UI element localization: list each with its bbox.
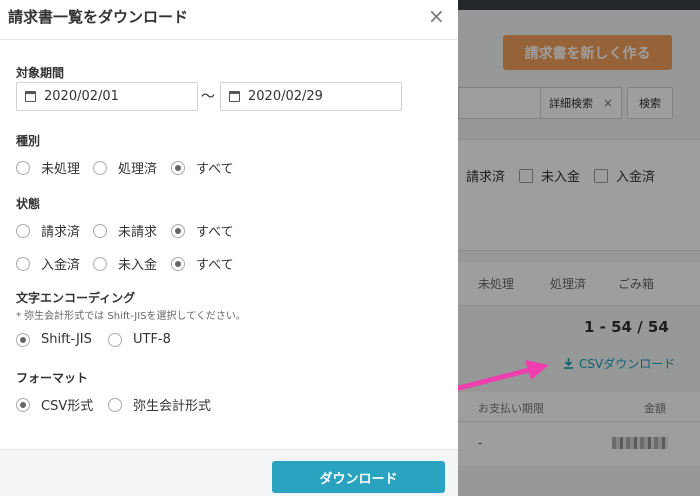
radio-icon — [108, 332, 122, 347]
type-option-label: 処理済 — [118, 162, 158, 177]
start-date-input[interactable]: 2020/02/01 — [16, 82, 198, 111]
status-option-paid[interactable]: 入金済 — [16, 254, 93, 273]
encoding-note: * 弥生会計形式では Shift-JISを選択してください。 — [16, 311, 246, 322]
annotation-arrow-icon — [456, 360, 549, 391]
calendar-icon — [229, 91, 240, 102]
status-radio-group-invoice: 請求済 未請求 すべて — [16, 221, 234, 240]
type-radio-group: 未処理 処理済 すべて — [16, 158, 234, 177]
type-option-label: 未処理 — [41, 162, 81, 177]
type-option-unprocessed[interactable]: 未処理 — [16, 158, 93, 177]
format-label: フォーマット — [16, 371, 89, 385]
encoding-label: 文字エンコーディング — [16, 291, 136, 305]
status-option-label: すべて — [196, 225, 234, 240]
radio-icon — [93, 223, 107, 238]
modal-title: 請求書一覧をダウンロード — [8, 8, 189, 26]
end-date-input[interactable]: 2020/02/29 — [220, 82, 402, 111]
modal-header: 請求書一覧をダウンロード × — [0, 0, 458, 40]
radio-icon — [16, 160, 30, 175]
type-option-processed[interactable]: 処理済 — [93, 158, 171, 177]
status-option-label: 請求済 — [41, 225, 81, 240]
format-option-label: 弥生会計形式 — [133, 399, 212, 414]
status-option-all-payment[interactable]: すべて — [171, 254, 234, 273]
status-option-all-invoice[interactable]: すべて — [171, 221, 234, 240]
encoding-option-utf8[interactable]: UTF-8 — [108, 332, 171, 347]
radio-icon — [16, 223, 30, 238]
close-icon[interactable]: × — [428, 4, 445, 28]
status-option-label: 未入金 — [118, 258, 158, 273]
format-option-csv[interactable]: CSV形式 — [16, 395, 108, 414]
type-option-all[interactable]: すべて — [171, 158, 234, 177]
radio-icon — [108, 397, 122, 412]
status-radio-group-payment: 入金済 未入金 すべて — [16, 254, 234, 273]
type-option-label: すべて — [196, 162, 234, 177]
download-modal: 請求書一覧をダウンロード × 対象期間 2020/02/01 〜 2020/02… — [0, 0, 458, 496]
format-radio-group: CSV形式 弥生会計形式 — [16, 395, 211, 414]
radio-selected-icon — [171, 160, 185, 175]
start-date-value: 2020/02/01 — [44, 89, 119, 104]
encoding-option-shift-jis[interactable]: Shift-JIS — [16, 332, 108, 347]
encoding-option-label: UTF-8 — [133, 332, 171, 347]
status-option-not-invoiced[interactable]: 未請求 — [93, 221, 171, 240]
end-date-value: 2020/02/29 — [248, 89, 323, 104]
radio-selected-icon — [171, 223, 185, 238]
status-option-label: 入金済 — [41, 258, 81, 273]
status-option-label: すべて — [196, 258, 234, 273]
radio-selected-icon — [16, 332, 30, 347]
period-separator: 〜 — [201, 89, 215, 105]
encoding-option-label: Shift-JIS — [41, 332, 92, 347]
status-option-unpaid[interactable]: 未入金 — [93, 254, 171, 273]
status-option-label: 未請求 — [118, 225, 158, 240]
radio-icon — [93, 256, 107, 271]
encoding-radio-group: Shift-JIS UTF-8 — [16, 332, 171, 347]
radio-icon — [16, 256, 30, 271]
format-option-label: CSV形式 — [41, 399, 94, 414]
radio-selected-icon — [16, 397, 30, 412]
status-label: 状態 — [16, 197, 41, 211]
calendar-icon — [25, 91, 36, 102]
type-label: 種別 — [16, 134, 41, 148]
radio-selected-icon — [171, 256, 185, 271]
modal-footer: ダウンロード — [0, 449, 458, 496]
format-option-yayoi[interactable]: 弥生会計形式 — [108, 395, 211, 414]
period-label: 対象期間 — [16, 66, 65, 80]
download-button[interactable]: ダウンロード — [272, 461, 445, 493]
radio-icon — [93, 160, 107, 175]
status-option-invoiced[interactable]: 請求済 — [16, 221, 93, 240]
